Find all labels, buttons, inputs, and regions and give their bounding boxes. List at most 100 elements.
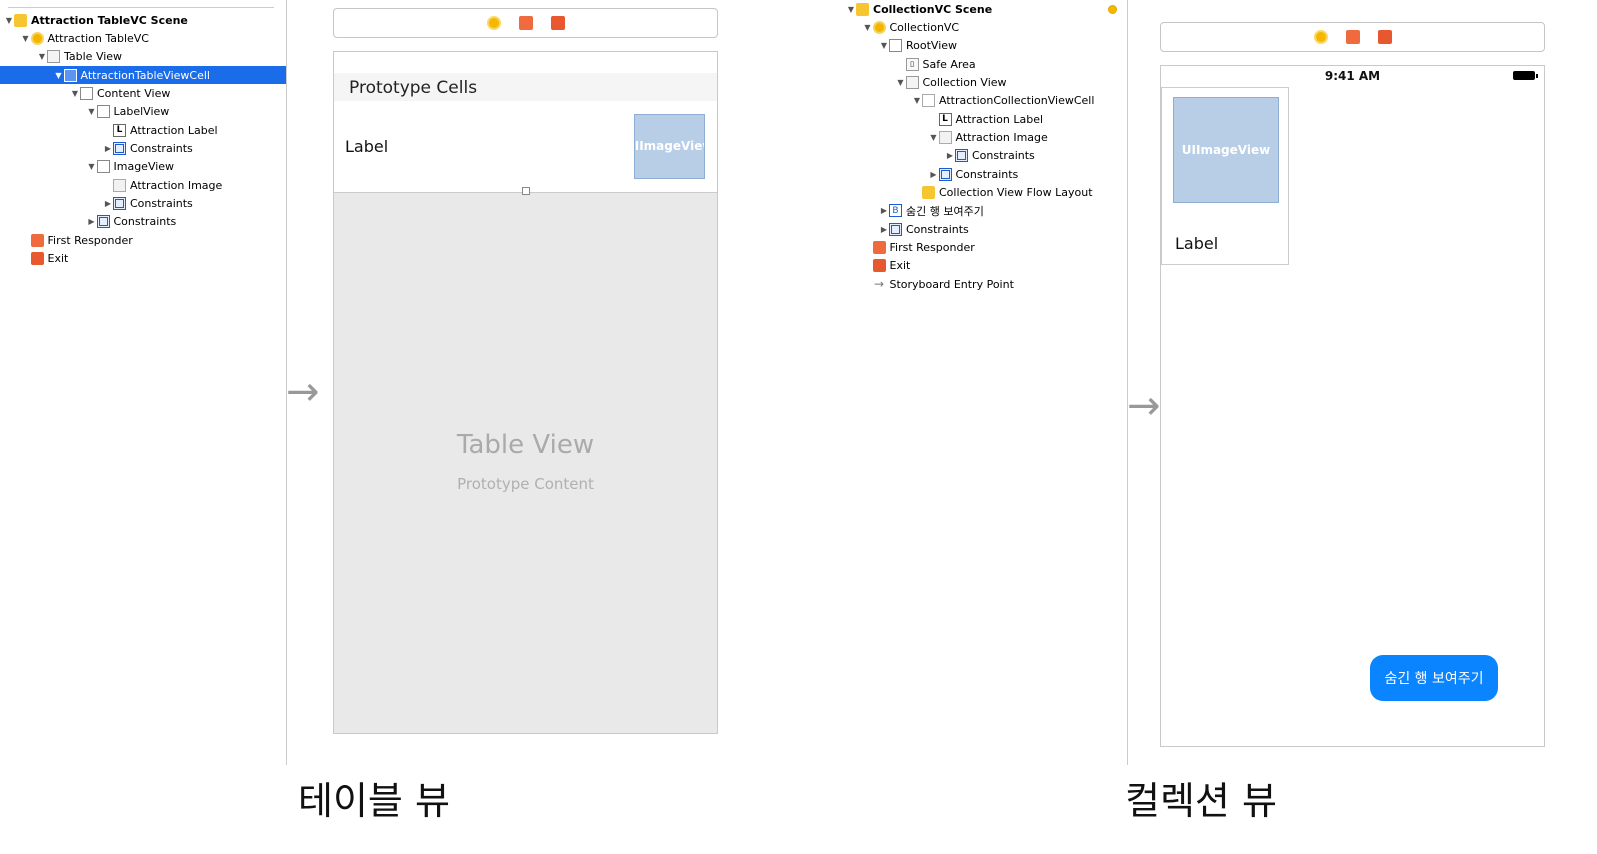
disclosure-open-icon[interactable]: ▼ xyxy=(4,16,14,25)
outline-item-label: LabelView xyxy=(113,105,170,119)
outline-item-attraction-label[interactable]: L Attraction Label xyxy=(842,110,1043,128)
show-hidden-rows-button-label: 숨긴 행 보여주기 xyxy=(1384,671,1484,687)
disclosure-open-icon[interactable]: ▼ xyxy=(87,107,97,116)
outline-item-label: Constraints xyxy=(972,149,1035,163)
cell-label[interactable]: Label xyxy=(345,137,388,156)
collection-vc-scene-dock[interactable] xyxy=(1160,22,1545,52)
outline-item-constraints[interactable]: ▶ Constraints xyxy=(842,165,1018,183)
outline-item-label: Constraints xyxy=(130,141,193,155)
collection-view-canvas[interactable]: 9:41 AM UIImageView Label 숨긴 행 보여주기 xyxy=(1160,65,1545,747)
outline-item-content-view[interactable]: ▼ Content View xyxy=(0,84,170,102)
outline-item-label: Content View xyxy=(97,86,171,100)
table-vc-scene-dock[interactable] xyxy=(333,8,718,38)
disclosure-open-icon[interactable]: ▼ xyxy=(912,96,922,105)
disclosure-open-icon[interactable]: ▼ xyxy=(929,133,939,142)
outline-item-attractiontableviewcell[interactable]: ▼ AttractionTableViewCell xyxy=(0,66,286,85)
exit-icon[interactable] xyxy=(550,16,565,30)
disclosure-open-icon[interactable]: ▼ xyxy=(70,89,80,98)
battery-tip xyxy=(1536,74,1538,78)
outline-item-attraction-label[interactable]: L Attraction Label xyxy=(0,121,218,139)
outline-item-숨긴-행-보여주기[interactable]: ▶ B 숨긴 행 보여주기 xyxy=(842,202,984,220)
cell-resize-handle[interactable] xyxy=(522,187,530,195)
outline-item-first-responder[interactable]: First Responder xyxy=(842,239,975,257)
first-responder-icon[interactable] xyxy=(1345,30,1360,44)
collection-cell[interactable]: UIImageView Label xyxy=(1161,87,1289,265)
outline-item-table-view[interactable]: ▼ Table View xyxy=(0,48,122,66)
flow-layout-icon xyxy=(922,186,935,199)
outline-item-label: Collection View Flow Layout xyxy=(939,186,1093,199)
outline-item-label: Exit xyxy=(47,252,69,266)
entry-point-arrow-icon[interactable]: → xyxy=(1127,386,1161,426)
outline-item-constraints[interactable]: ▶ Constraints xyxy=(842,220,969,238)
outline-item-label: CollectionVC Scene xyxy=(873,2,993,16)
outline-item-label: Attraction Label xyxy=(130,123,218,137)
outline-item-collectionvc[interactable]: ▼ CollectionVC xyxy=(842,18,959,36)
disclosure-open-icon[interactable]: ▼ xyxy=(846,5,856,14)
exit-icon[interactable] xyxy=(1377,30,1392,44)
view-controller-icon[interactable] xyxy=(1313,30,1328,44)
prototype-cells-header: Prototype Cells xyxy=(334,73,717,101)
constraints-icon xyxy=(938,167,952,181)
outline-item-label: Exit xyxy=(889,259,911,273)
outline-item-label: Attraction Label xyxy=(955,112,1044,126)
disclosure-open-icon[interactable]: ▼ xyxy=(87,162,97,171)
table-view-placeholder-subtitle: Prototype Content xyxy=(457,475,594,493)
battery-icon xyxy=(1513,71,1535,80)
cell-image-view[interactable]: UIImageView xyxy=(634,114,705,179)
outline-item-attraction-image[interactable]: ▼ Attraction Image xyxy=(842,128,1048,146)
disclosure-closed-icon[interactable]: ▶ xyxy=(87,217,97,226)
disclosure-closed-icon[interactable]: ▶ xyxy=(879,225,889,234)
outline-item-exit[interactable]: Exit xyxy=(842,257,910,275)
entry-arrow-icon: → xyxy=(873,277,885,292)
view-icon xyxy=(889,39,902,53)
outline-item-labelview[interactable]: ▼ LabelView xyxy=(0,103,169,121)
outline-item-rootview[interactable]: ▼ RootView xyxy=(842,37,957,55)
outline-item-collectionvc-scene[interactable]: ▼ CollectionVC Scene xyxy=(842,0,992,18)
outline-item-constraints[interactable]: ▶ Constraints xyxy=(842,147,1035,165)
outline-item-constraints[interactable]: ▶ Constraints xyxy=(0,139,193,157)
outline-item-attraction-tablevc[interactable]: ▼ Attraction TableVC xyxy=(0,29,149,47)
outline-item-label: AttractionCollectionViewCell xyxy=(939,94,1095,108)
disclosure-closed-icon[interactable]: ▶ xyxy=(103,144,113,153)
disclosure-open-icon[interactable]: ▼ xyxy=(879,41,889,50)
safe-area-icon: ▯ xyxy=(905,57,919,71)
disclosure-closed-icon[interactable]: ▶ xyxy=(929,170,939,179)
disclosure-closed-icon[interactable]: ▶ xyxy=(945,151,955,160)
outline-item-collection-view-flow-layout[interactable]: Collection View Flow Layout xyxy=(842,184,1093,202)
first-responder-icon[interactable] xyxy=(518,16,533,30)
exit-icon xyxy=(30,252,44,266)
disclosure-open-icon[interactable]: ▼ xyxy=(863,23,873,32)
outline-item-label: Attraction TableVC xyxy=(47,31,150,45)
outline-item-constraints[interactable]: ▶ Constraints xyxy=(0,195,193,213)
disclosure-closed-icon[interactable]: ▶ xyxy=(103,199,113,208)
outline-item-safe-area[interactable]: ▯ Safe Area xyxy=(842,55,976,73)
collection-cell-image-view[interactable]: UIImageView xyxy=(1173,97,1279,203)
scene-status-dot xyxy=(1108,5,1117,14)
outline-item-first-responder[interactable]: First Responder xyxy=(0,231,133,249)
disclosure-open-icon[interactable]: ▼ xyxy=(896,78,906,87)
outline-item-attraction-tablevc-scene[interactable]: ▼ Attraction TableVC Scene xyxy=(0,11,188,29)
collection-cell-label[interactable]: Label xyxy=(1175,234,1218,253)
disclosure-open-icon[interactable]: ▼ xyxy=(37,52,47,61)
disclosure-open-icon[interactable]: ▼ xyxy=(21,34,31,43)
table-view-canvas[interactable]: Prototype Cells Label UIImageView Table … xyxy=(333,51,718,734)
outline-item-exit[interactable]: Exit xyxy=(0,250,68,268)
scene-icon xyxy=(14,13,27,27)
show-hidden-rows-button[interactable]: 숨긴 행 보여주기 xyxy=(1370,655,1498,701)
prototype-cell[interactable]: Label UIImageView xyxy=(334,101,717,195)
disclosure-open-icon[interactable]: ▼ xyxy=(54,71,64,80)
outline-item-label: Constraints xyxy=(955,167,1019,181)
image-view-placeholder-text: UIImageView xyxy=(634,139,704,153)
disclosure-closed-icon[interactable]: ▶ xyxy=(879,206,889,215)
collection-view-icon xyxy=(905,75,919,89)
entry-point-arrow-icon[interactable]: → xyxy=(286,372,320,412)
outline-item-collection-view[interactable]: ▼ Collection View xyxy=(842,73,1007,91)
outline-item-storyboard-entry-point[interactable]: → Storyboard Entry Point xyxy=(842,275,1014,293)
outline-item-attraction-image[interactable]: Attraction Image xyxy=(0,176,222,194)
outline-item-attractioncollectionviewcell[interactable]: ▼ AttractionCollectionViewCell xyxy=(842,92,1094,110)
table-cell-icon xyxy=(63,68,77,82)
outline-item-constraints[interactable]: ▶ Constraints xyxy=(0,213,176,231)
view-controller-icon[interactable] xyxy=(486,16,501,30)
outline-item-imageview[interactable]: ▼ ImageView xyxy=(0,158,174,176)
table-view-placeholder-title: Table View xyxy=(456,430,595,460)
